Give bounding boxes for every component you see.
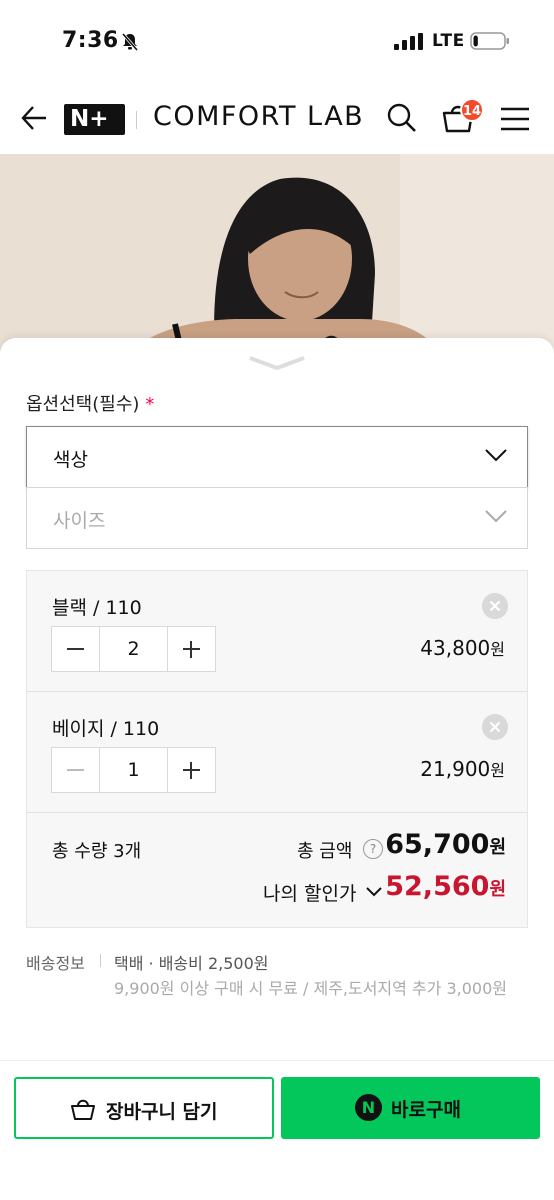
won-unit: 원 bbox=[489, 837, 506, 858]
battery-icon bbox=[470, 32, 509, 50]
bell-muted-icon bbox=[121, 33, 139, 51]
item-price: 21,900원 bbox=[420, 757, 505, 781]
selected-item: 블랙 / 110 2 43,800원 bbox=[27, 571, 527, 692]
network-label: LTE bbox=[432, 31, 465, 51]
buy-now-button[interactable]: N 바로구매 bbox=[281, 1077, 540, 1139]
size-select-label: 사이즈 bbox=[53, 510, 106, 532]
shopping-bag-icon bbox=[71, 1099, 95, 1120]
buy-now-label: 바로구매 bbox=[391, 1099, 461, 1121]
total-price-label: 총 금액 bbox=[297, 841, 353, 862]
item-option-name: 블랙 / 110 bbox=[52, 597, 142, 619]
status-time: 7:36 bbox=[62, 28, 119, 53]
purchase-action-bar: 장바구니 담기 N 바로구매 bbox=[0, 1060, 554, 1200]
size-select[interactable]: 사이즈 bbox=[26, 487, 528, 549]
increase-quantity-button[interactable] bbox=[168, 748, 215, 792]
item-option-name: 베이지 / 110 bbox=[52, 718, 160, 740]
total-price-value: 65,700 bbox=[385, 829, 490, 860]
signal-icon bbox=[394, 33, 423, 50]
logo-text: N+ bbox=[70, 106, 109, 132]
discount-price-value: 52,560 bbox=[385, 871, 490, 902]
item-price: 43,800원 bbox=[420, 636, 505, 660]
chevron-down-icon bbox=[485, 449, 507, 462]
quantity-stepper: 1 bbox=[51, 747, 216, 793]
won-unit: 원 bbox=[489, 879, 506, 900]
status-bar: 7:36 LTE bbox=[0, 0, 554, 84]
remove-item-icon[interactable] bbox=[482, 593, 508, 619]
chevron-down-icon bbox=[485, 510, 507, 523]
search-icon[interactable] bbox=[386, 102, 418, 134]
option-title: 옵션선택(필수) * bbox=[26, 390, 154, 416]
top-nav: N+ COMFORT LAB 14 bbox=[0, 84, 554, 154]
product-photo bbox=[0, 154, 554, 354]
item-price-value: 43,800 bbox=[420, 636, 491, 660]
won-unit: 원 bbox=[490, 640, 505, 659]
color-select[interactable]: 색상 bbox=[26, 426, 528, 488]
quantity-value[interactable]: 2 bbox=[99, 627, 168, 671]
back-arrow-icon[interactable] bbox=[20, 102, 48, 134]
hamburger-menu-icon[interactable] bbox=[500, 106, 530, 132]
total-quantity: 총 수량 3개 bbox=[52, 841, 142, 862]
shipping-divider bbox=[100, 954, 101, 967]
my-discount-toggle[interactable]: 나의 할인가 bbox=[263, 879, 356, 906]
option-sheet: 옵션선택(필수) * 색상 사이즈 블랙 / 110 2 43,800원 베이지… bbox=[0, 338, 554, 1200]
brand-divider bbox=[136, 111, 137, 129]
remove-item-icon[interactable] bbox=[482, 714, 508, 740]
won-unit: 원 bbox=[490, 761, 505, 780]
shipping-fee: 택배 · 배송비 2,500원 bbox=[114, 954, 269, 973]
shipping-note: 9,900원 이상 구매 시 무료 / 제주,도서지역 추가 3,000원 bbox=[114, 979, 508, 998]
selected-items-panel: 블랙 / 110 2 43,800원 베이지 / 110 1 21,900원 총… bbox=[26, 570, 528, 928]
add-to-cart-button[interactable]: 장바구니 담기 bbox=[14, 1077, 274, 1139]
help-question-icon[interactable]: ? bbox=[363, 839, 383, 859]
color-select-label: 색상 bbox=[53, 449, 88, 471]
option-title-text: 옵션선택(필수) bbox=[26, 394, 140, 415]
total-price: 65,700원 bbox=[385, 829, 506, 860]
shipping-info-label: 배송정보 bbox=[26, 954, 85, 973]
cart-count-badge: 14 bbox=[460, 98, 484, 122]
discount-price: 52,560원 bbox=[385, 871, 506, 902]
add-to-cart-label: 장바구니 담기 bbox=[106, 1101, 218, 1123]
chevron-down-icon[interactable] bbox=[366, 887, 382, 897]
quantity-stepper: 2 bbox=[51, 626, 216, 672]
decrease-quantity-button[interactable] bbox=[52, 748, 99, 792]
brand-name[interactable]: COMFORT LAB bbox=[153, 101, 364, 132]
increase-quantity-button[interactable] bbox=[168, 627, 215, 671]
model-photo-image bbox=[0, 154, 554, 354]
quantity-value[interactable]: 1 bbox=[99, 748, 168, 792]
required-mark: * bbox=[145, 394, 155, 415]
sheet-collapse-handle-icon[interactable] bbox=[248, 354, 306, 372]
decrease-quantity-button[interactable] bbox=[52, 627, 99, 671]
item-price-value: 21,900 bbox=[420, 757, 491, 781]
selected-item: 베이지 / 110 1 21,900원 bbox=[27, 692, 527, 813]
naver-n-icon: N bbox=[355, 1094, 382, 1121]
nplus-logo[interactable]: N+ bbox=[64, 104, 125, 135]
